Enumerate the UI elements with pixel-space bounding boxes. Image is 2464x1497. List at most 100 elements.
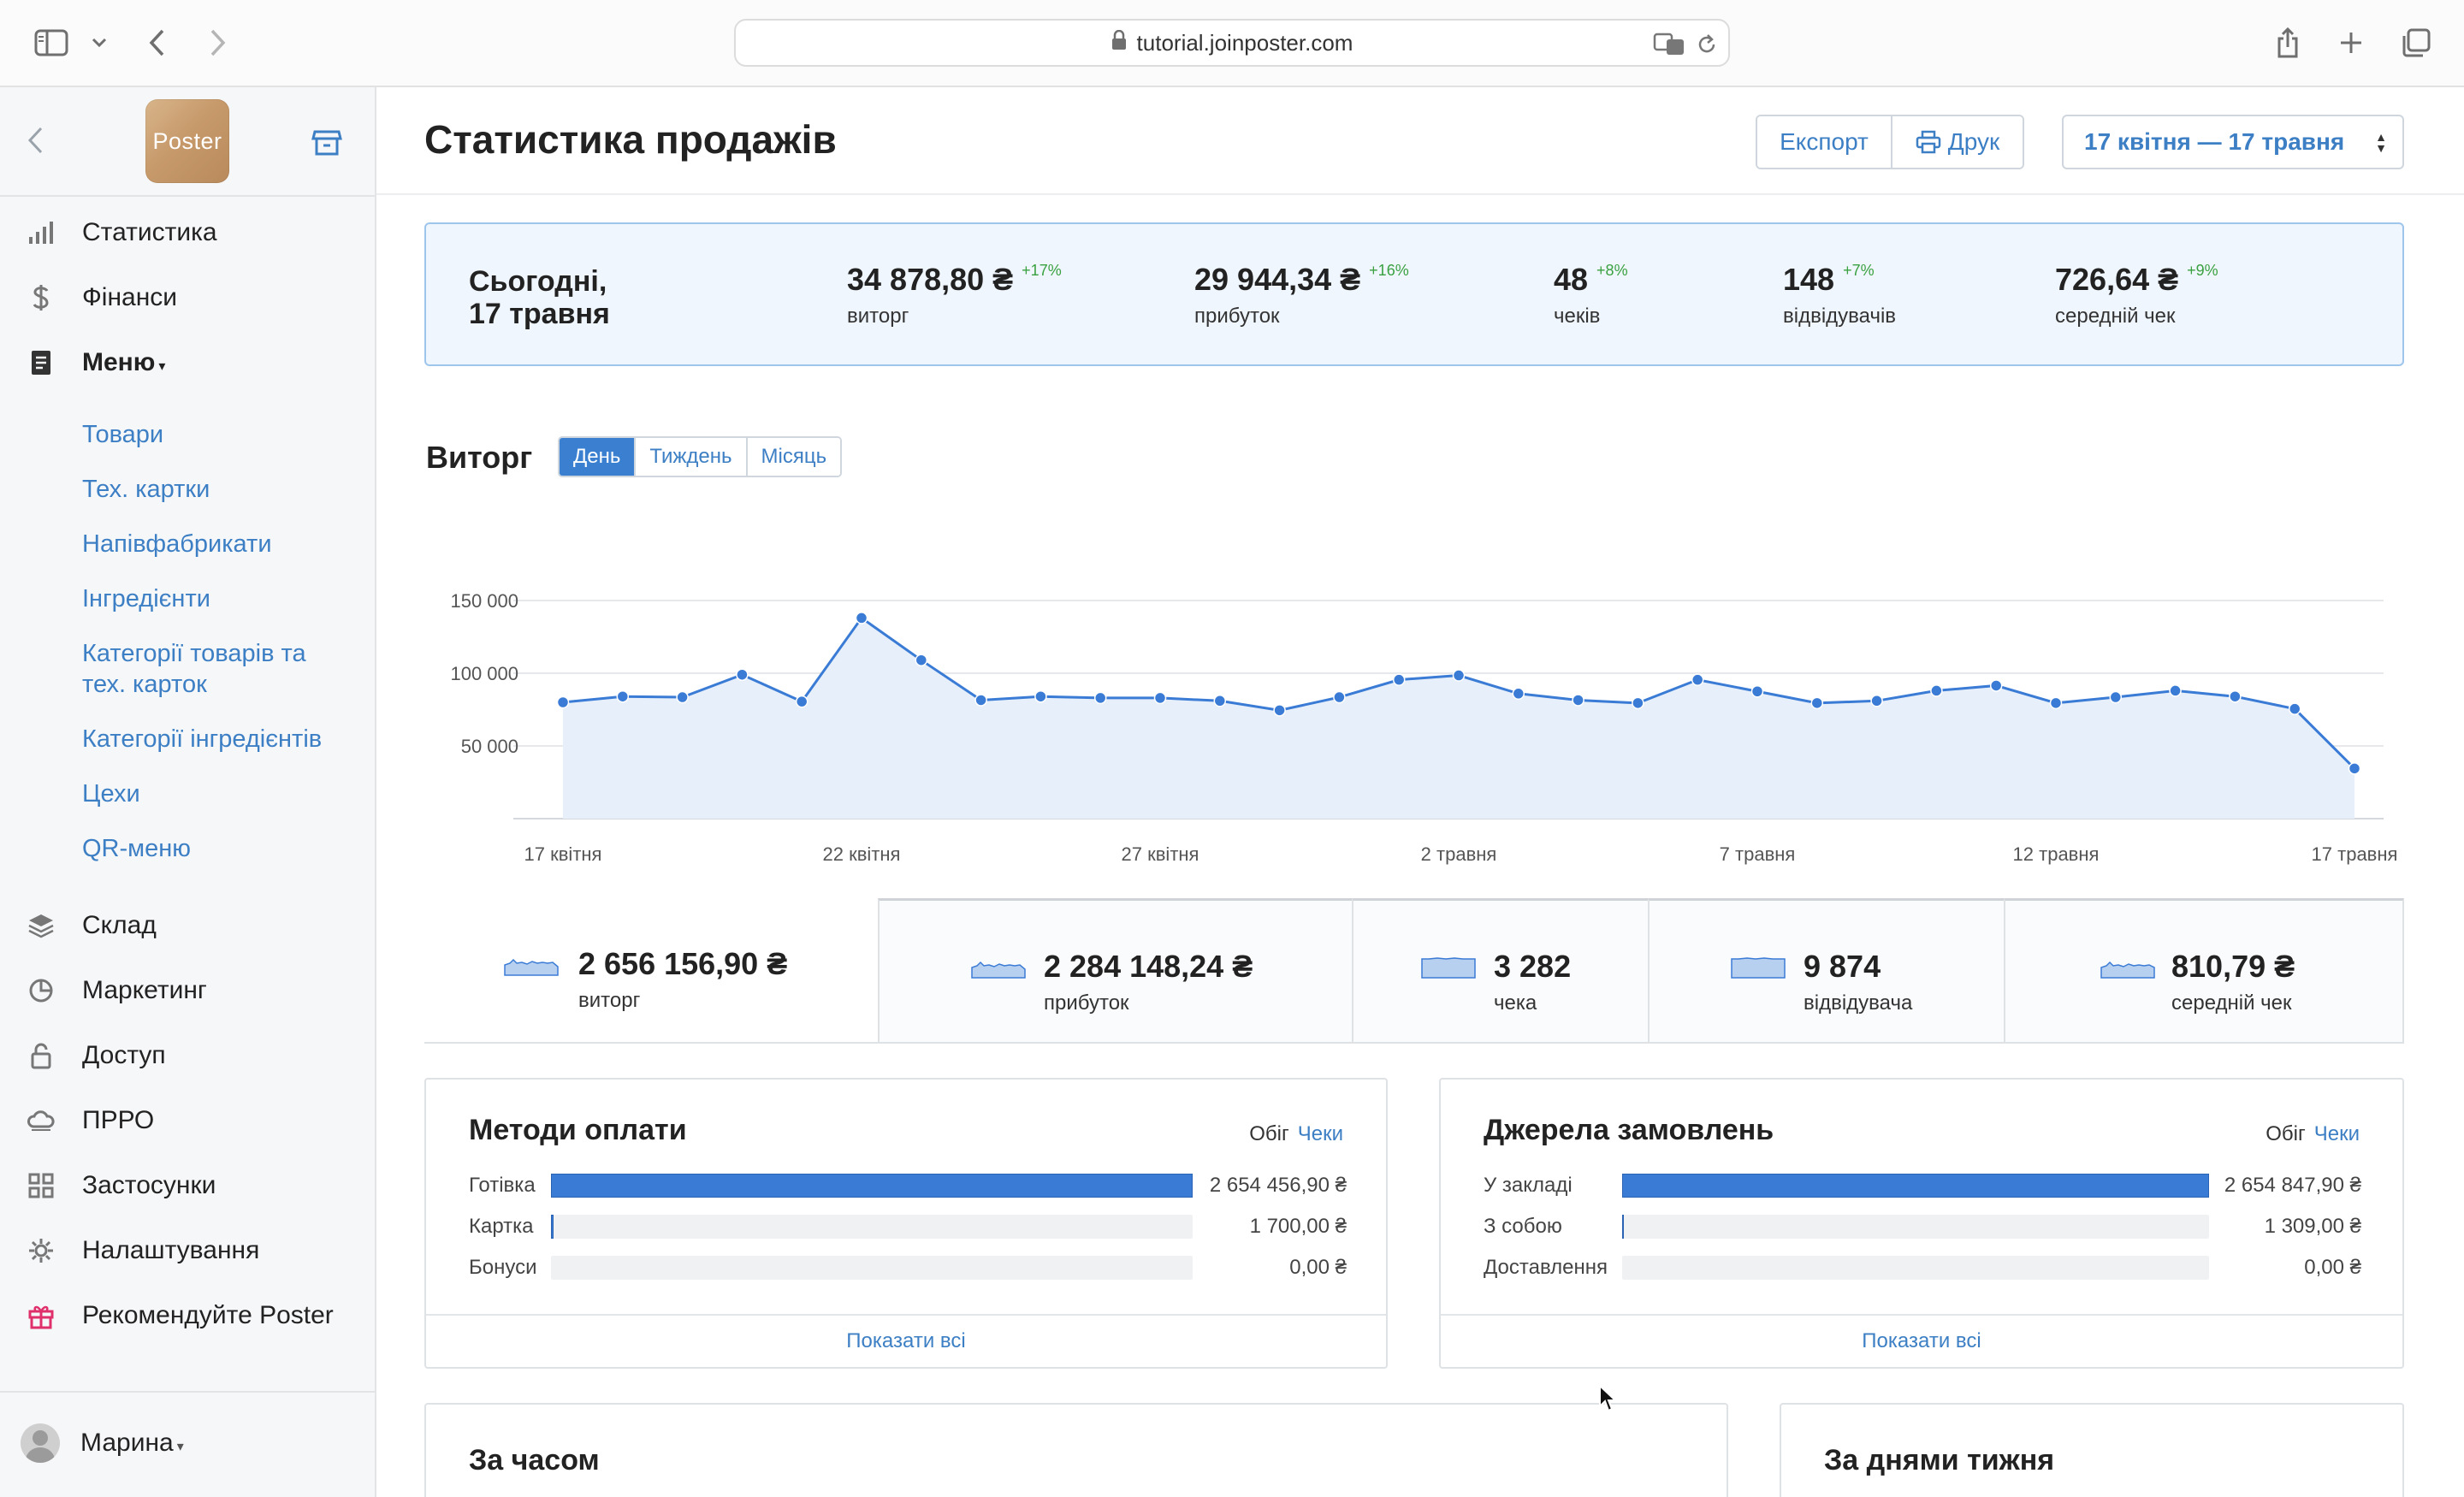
toggle-turnover[interactable]: Обіг — [1249, 1122, 1289, 1145]
nav-item-settings[interactable]: Налаштування — [0, 1225, 375, 1276]
row-label: Картка — [469, 1215, 534, 1238]
total-label: виторг — [578, 989, 641, 1012]
submenu-semi-products[interactable]: Напівфабрикати — [82, 529, 356, 559]
x-tick-label: 2 травня — [1421, 843, 1497, 865]
chevron-down-icon[interactable] — [89, 33, 110, 53]
data-point — [1512, 687, 1525, 701]
sparkline-icon — [504, 958, 559, 976]
data-point — [1034, 689, 1047, 703]
total-value: 3 282 — [1494, 949, 1572, 984]
data-point — [2109, 690, 2123, 704]
row-value: 2 654 847,90 ₴ — [2224, 1174, 2361, 1197]
y-tick-label: 50 000 — [461, 736, 518, 757]
collapse-sidebar-icon[interactable] — [26, 125, 44, 160]
mouse-cursor-icon — [1599, 1384, 1618, 1412]
data-point — [2229, 689, 2242, 703]
submenu-tech-cards[interactable]: Тех. картки — [82, 474, 356, 505]
nav-item-recommend[interactable]: Рекомендуйте Poster — [0, 1290, 375, 1341]
total-visitors[interactable]: 9 874 відвідувача — [1648, 898, 2005, 1044]
translate-icon[interactable] — [1653, 21, 1687, 68]
submenu-workshops[interactable]: Цехи — [82, 778, 356, 809]
progress-fill — [551, 1174, 1193, 1198]
cloud-icon — [26, 1105, 56, 1136]
total-revenue[interactable]: 2 656 156,90 ₴ виторг — [424, 898, 878, 1044]
submenu-products[interactable]: Товари — [82, 419, 356, 450]
today-stat-avg-check: 726,64 ₴ +9% середній чек — [2055, 262, 2218, 328]
nav-item-apps[interactable]: Застосунки — [0, 1160, 375, 1211]
show-all-link[interactable]: Показати всі — [426, 1314, 1386, 1367]
data-point — [1153, 691, 1167, 705]
sidebar-header: Poster — [0, 87, 375, 197]
x-tick-label: 12 травня — [2013, 843, 2100, 865]
today-stat-visitors: 148 +7% відвідувачів — [1783, 262, 1897, 328]
total-profit[interactable]: 2 284 148,24 ₴ прибуток — [878, 898, 1353, 1044]
panel-title: За часом — [469, 1444, 600, 1476]
toggle-turnover[interactable]: Обіг — [2266, 1122, 2306, 1145]
browser-toolbar: tutorial.joinposter.com — [0, 0, 2464, 87]
nav-item-statistics[interactable]: Статистика — [0, 207, 375, 258]
print-button[interactable]: Друк — [1891, 116, 2023, 168]
period-totals: 2 656 156,90 ₴ виторг 2 284 148,24 ₴ при… — [424, 898, 2404, 1044]
data-point — [1273, 704, 1286, 717]
show-all-link[interactable]: Показати всі — [1441, 1314, 2402, 1367]
x-tick-label: 17 квітня — [524, 843, 602, 865]
data-point — [2288, 702, 2301, 715]
nav-label: Налаштування — [82, 1236, 260, 1264]
data-point — [736, 668, 749, 681]
sidebar-toggle-icon[interactable] — [33, 27, 70, 58]
total-value: 9 874 — [1804, 949, 1881, 984]
nav-item-marketing[interactable]: Маркетинг — [0, 965, 375, 1016]
toggle-checks[interactable]: Чеки — [2314, 1122, 2360, 1145]
nav-label: Застосунки — [82, 1171, 216, 1199]
row-label: З собою — [1484, 1215, 1562, 1238]
order-sources-panel: Джерела замовлень Обіг Чеки У закладі 2 6… — [1439, 1078, 2404, 1369]
user-menu[interactable]: Марина ▾ — [0, 1391, 375, 1497]
nav-item-prro[interactable]: ПРРО — [0, 1095, 375, 1146]
y-tick-label: 150 000 — [450, 590, 518, 612]
x-tick-label: 22 квітня — [823, 843, 901, 865]
x-tick-label: 17 травня — [2312, 843, 2398, 865]
total-avg-check[interactable]: 810,79 ₴ середній чек — [2004, 898, 2404, 1044]
submenu-ingredients[interactable]: Інгредієнти — [82, 583, 356, 614]
forward-icon[interactable] — [205, 26, 231, 60]
share-icon[interactable] — [2272, 24, 2303, 62]
poster-logo[interactable]: Poster — [145, 99, 229, 183]
date-range-picker[interactable]: 17 квітня — 17 травня ▲ ▼ — [2062, 115, 2404, 169]
today-stat-profit: 29 944,34 ₴ +16% прибуток — [1194, 262, 1409, 328]
back-icon[interactable] — [144, 26, 169, 60]
source-row: Доставлення 0,00 ₴ — [1484, 1254, 2361, 1280]
nav-item-access[interactable]: Доступ — [0, 1030, 375, 1081]
total-value: 2 284 148,24 ₴ — [1044, 949, 1253, 984]
address-bar[interactable]: tutorial.joinposter.com — [734, 19, 1730, 67]
data-point — [1572, 694, 1584, 707]
row-value: 0,00 ₴ — [1289, 1256, 1347, 1279]
new-tab-icon[interactable] — [2336, 26, 2366, 60]
reload-icon[interactable] — [1696, 21, 1718, 68]
progress-track — [1622, 1174, 2209, 1198]
store-icon[interactable] — [311, 128, 342, 162]
nav-item-finance[interactable]: Фінанси — [0, 272, 375, 323]
submenu-product-categories[interactable]: Категорії товарів та тех. карток — [82, 638, 356, 700]
sparkline-icon — [2100, 961, 2155, 979]
progress-track — [1622, 1256, 2209, 1280]
nav-item-menu[interactable]: Меню ▾ — [0, 337, 375, 388]
row-label: Доставлення — [1484, 1256, 1608, 1279]
data-point — [1750, 685, 1764, 698]
lock-icon — [1111, 29, 1127, 56]
gear-icon — [26, 1235, 56, 1266]
total-label: чека — [1494, 991, 1537, 1015]
total-label: середній чек — [2171, 991, 2292, 1015]
by-time-panel: За часом — [424, 1403, 1728, 1497]
panel-title: Методи оплати — [469, 1114, 687, 1146]
tabs-overview-icon[interactable] — [2399, 26, 2433, 60]
total-checks[interactable]: 3 282 чека — [1352, 898, 1650, 1044]
nav-item-warehouse[interactable]: Склад — [0, 900, 375, 951]
submenu-ingredient-categories[interactable]: Категорії інгредієнтів — [82, 724, 356, 754]
url-text: tutorial.joinposter.com — [1136, 29, 1353, 56]
toggle-checks[interactable]: Чеки — [1298, 1122, 1343, 1145]
main-content: Статистика продажів Експорт Друк 17 квіт… — [376, 87, 2464, 1497]
export-button[interactable]: Експорт — [1757, 116, 1891, 168]
data-point — [2169, 684, 2182, 697]
data-point — [1392, 673, 1406, 686]
submenu-qr-menu[interactable]: QR-меню — [82, 833, 356, 864]
